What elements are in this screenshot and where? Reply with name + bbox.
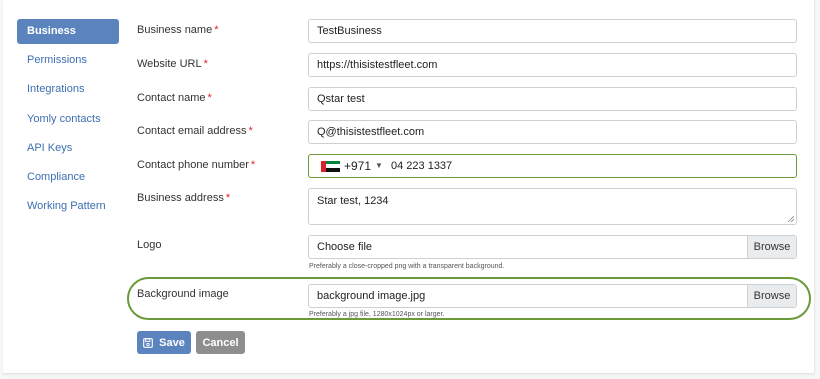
- background-image-file-input[interactable]: background image.jpg Browse: [308, 284, 797, 308]
- required-marker: *: [203, 58, 208, 70]
- settings-sidebar: Business Permissions Integrations Yomly …: [17, 19, 119, 223]
- logo-label: Logo: [137, 239, 162, 251]
- business-address-label: Business address *: [137, 192, 230, 204]
- uae-flag-icon: [321, 160, 340, 172]
- sidebar-item-permissions[interactable]: Permissions: [17, 48, 119, 73]
- business-name-input[interactable]: TestBusiness: [308, 19, 797, 43]
- contact-email-label-text: Contact email address: [137, 125, 247, 137]
- sidebar-item-working-pattern[interactable]: Working Pattern: [17, 194, 119, 219]
- website-url-input[interactable]: https://thisistestfleet.com: [308, 53, 797, 77]
- sidebar-item-yomly-contacts[interactable]: Yomly contacts: [17, 107, 119, 132]
- required-marker: *: [225, 192, 231, 204]
- required-marker: *: [248, 125, 253, 137]
- floppy-disk-icon: [143, 337, 153, 348]
- background-image-file-name: background image.jpg: [317, 290, 426, 302]
- website-url-label-text: Website URL: [137, 58, 202, 70]
- required-marker: *: [207, 92, 212, 104]
- phone-number-value[interactable]: 04 223 1337: [391, 155, 452, 177]
- sidebar-item-api-keys[interactable]: API Keys: [17, 136, 119, 161]
- business-address-textarea[interactable]: Star test, 1234: [308, 188, 797, 225]
- business-address-label-text: Business address: [137, 192, 224, 204]
- contact-phone-input[interactable]: +971 ▼ 04 223 1337: [308, 154, 797, 178]
- sidebar-item-compliance[interactable]: Compliance: [17, 165, 119, 190]
- required-marker: *: [214, 24, 219, 36]
- resize-handle-icon[interactable]: [787, 215, 794, 222]
- contact-name-label: Contact name *: [137, 92, 212, 104]
- website-url-label: Website URL *: [137, 58, 208, 70]
- business-address-value: Star test, 1234: [317, 195, 389, 207]
- country-code-dropdown[interactable]: +971 ▼: [309, 155, 383, 177]
- save-button-label: Save: [159, 336, 185, 349]
- logo-browse-button[interactable]: Browse: [747, 236, 796, 258]
- save-button[interactable]: Save: [137, 331, 191, 354]
- background-image-label: Background image: [137, 288, 229, 300]
- logo-hint: Preferably a close-cropped png with a tr…: [309, 263, 505, 270]
- dial-code: +971: [344, 159, 372, 173]
- sidebar-item-business[interactable]: Business: [17, 19, 119, 44]
- chevron-down-icon: ▼: [375, 161, 383, 170]
- cancel-button[interactable]: Cancel: [196, 331, 245, 354]
- sidebar-item-integrations[interactable]: Integrations: [17, 77, 119, 102]
- contact-email-label: Contact email address *: [137, 125, 253, 137]
- background-image-browse-button[interactable]: Browse: [747, 285, 796, 307]
- contact-name-label-text: Contact name: [137, 92, 206, 104]
- contact-phone-label-text: Contact phone number: [137, 159, 249, 171]
- background-image-hint: Preferably a jpg file, 1280x1024px or la…: [309, 311, 445, 318]
- contact-name-input[interactable]: Qstar test: [308, 87, 797, 111]
- logo-file-name: Choose file: [317, 241, 373, 253]
- logo-file-input[interactable]: Choose file Browse: [308, 235, 797, 259]
- required-marker: *: [250, 159, 256, 171]
- contact-phone-label: Contact phone number *: [137, 159, 255, 171]
- business-name-label-text: Business name: [137, 24, 213, 36]
- business-name-label: Business name *: [137, 24, 219, 36]
- contact-email-input[interactable]: Q@thisistestfleet.com: [308, 120, 797, 144]
